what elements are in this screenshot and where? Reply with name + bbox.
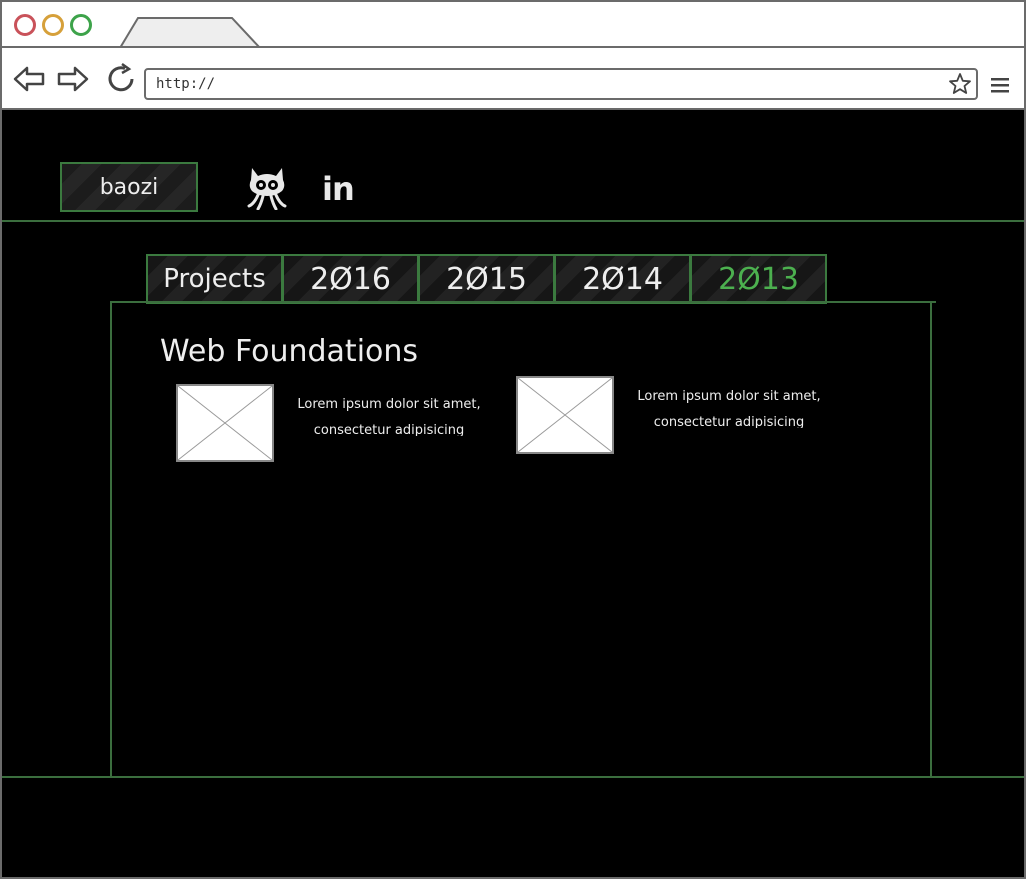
title-bar — [2, 2, 1024, 48]
footer-divider — [2, 776, 1024, 778]
project-description: Lorem ipsum dolor sit amet, consectetur … — [297, 397, 481, 436]
project-image-placeholder[interactable] — [176, 384, 274, 462]
reload-button[interactable] — [104, 62, 138, 96]
image-placeholder-icon — [178, 386, 272, 460]
header-divider — [2, 220, 1024, 222]
github-icon[interactable] — [246, 164, 288, 210]
tab-2013[interactable]: 2Ø13 — [690, 254, 827, 304]
minimize-window-icon[interactable] — [42, 14, 64, 36]
tab-2016[interactable]: 2Ø16 — [282, 254, 419, 304]
year-tabs: Projects 2Ø16 2Ø15 2Ø14 2Ø13 — [146, 254, 827, 304]
arrow-left-icon — [13, 66, 45, 92]
projects-panel — [110, 302, 932, 778]
tab-projects[interactable]: Projects — [146, 254, 283, 304]
browser-window: http:// baozi in Projects 2Ø16 2Ø15 2Ø14… — [0, 0, 1026, 879]
close-window-icon[interactable] — [14, 14, 36, 36]
reload-icon — [108, 62, 134, 92]
arrow-right-icon — [57, 66, 89, 92]
back-button[interactable] — [12, 62, 46, 96]
browser-tab[interactable] — [120, 16, 260, 48]
tab-2014[interactable]: 2Ø14 — [554, 254, 691, 304]
image-placeholder-icon — [518, 378, 612, 452]
section-title: Web Foundations — [160, 334, 419, 369]
project-image-placeholder[interactable] — [516, 376, 614, 454]
address-bar[interactable]: http:// — [144, 68, 978, 100]
forward-button[interactable] — [56, 62, 90, 96]
project-description: Lorem ipsum dolor sit amet, consectetur … — [637, 389, 821, 428]
bookmark-star-icon[interactable] — [948, 72, 972, 96]
url-text[interactable]: http:// — [156, 76, 215, 92]
linkedin-icon[interactable]: in — [322, 170, 355, 208]
page-content: baozi in Projects 2Ø16 2Ø15 2Ø14 2Ø13 We… — [2, 112, 1024, 877]
brand-logo-button[interactable]: baozi — [60, 162, 198, 212]
maximize-window-icon[interactable] — [70, 14, 92, 36]
navigation-bar: http:// — [2, 48, 1024, 110]
menu-icon[interactable] — [990, 76, 1010, 94]
tab-2015[interactable]: 2Ø15 — [418, 254, 555, 304]
